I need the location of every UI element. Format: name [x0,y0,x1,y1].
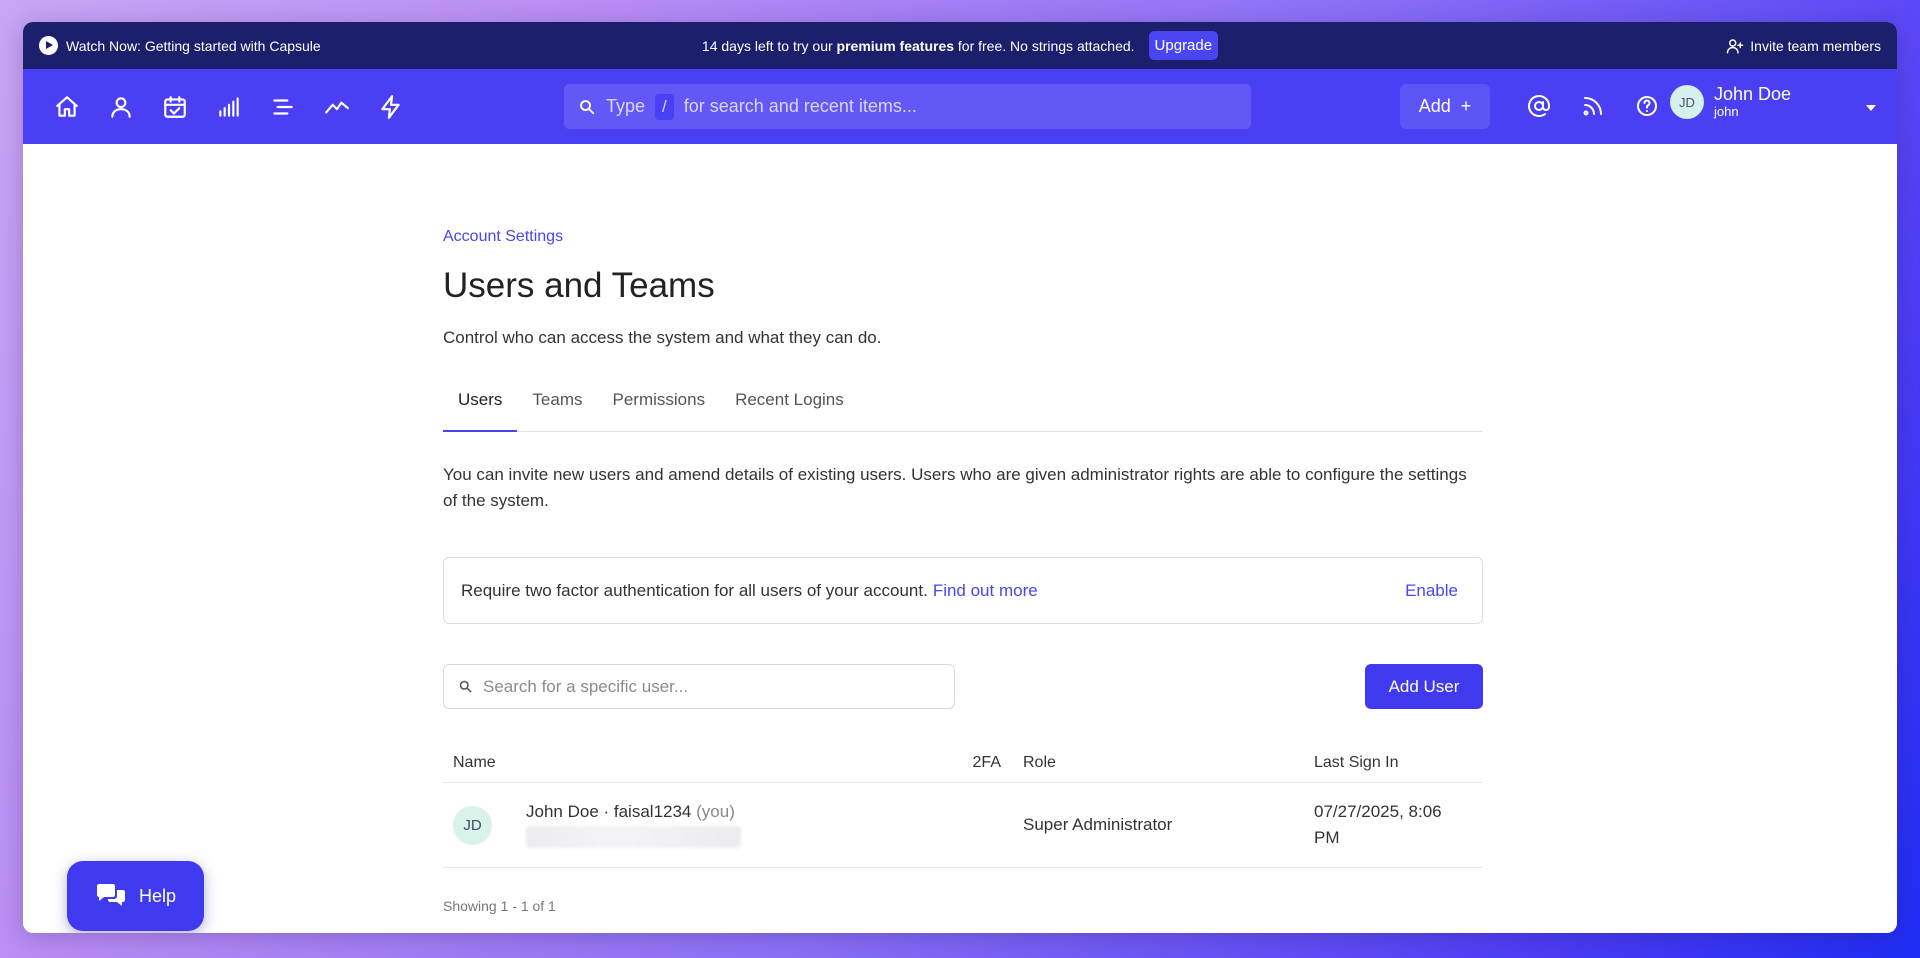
tab-recent-logins[interactable]: Recent Logins [720,390,859,432]
breadcrumb[interactable]: Account Settings [443,228,1483,246]
global-search[interactable]: Type / for search and recent items... [564,84,1251,129]
trial-bold: premium features [836,37,955,54]
trend-line-icon[interactable] [321,91,353,123]
user-handle: john [1714,104,1739,119]
tab-permissions[interactable]: Permissions [597,390,720,432]
watch-now-link[interactable]: Watch Now: Getting started with Capsule [39,36,321,55]
trial-text: 14 days left to try our premium features… [702,38,1135,54]
user-search-placeholder: Search for a specific user... [483,676,689,696]
upgrade-button[interactable]: Upgrade [1148,31,1219,60]
user-info: John Doe john [1714,84,1792,120]
page-subtitle: Control who can access the system and wh… [443,328,882,347]
nav-icon-group [51,91,407,123]
at-sign-icon[interactable] [1523,90,1555,122]
plus-icon: + [1460,96,1472,116]
help-button[interactable]: Help [67,861,204,931]
pagination-summary: Showing 1 - 1 of 1 [443,898,556,914]
search-hint: for search and recent items... [683,96,917,116]
app-window: Watch Now: Getting started with Capsule … [23,22,1897,933]
last-sign-in-meridiem: PM [1314,828,1340,847]
help-label: Help [138,885,177,906]
user-toolbar: Search for a specific user... Add User [443,664,1483,709]
invite-label: Invite team members [1750,37,1881,54]
two-factor-text: Require two factor authentication for al… [461,580,928,600]
chevron-down-icon[interactable] [1866,105,1876,111]
tab-bar: Users Teams Permissions Recent Logins [443,390,1483,432]
main-content: Account Settings Users and Teams Control… [443,144,1483,914]
nav-right-icons [1523,90,1663,122]
user-name: John Doe [1714,84,1792,104]
user-menu[interactable]: JD John Doe john [1670,85,1791,119]
users-table: Name 2FA Role Last Sign In JD John Doe ·… [443,743,1483,868]
column-header-last-sign-in[interactable]: Last Sign In [1314,754,1483,772]
add-button[interactable]: Add + [1400,84,1490,129]
help-circle-icon[interactable] [1631,90,1663,122]
column-header-2fa[interactable]: 2FA [941,754,1001,772]
table-row[interactable]: JD John Doe · faisal1234 (you) Super Adm… [443,783,1483,868]
invite-team-members-link[interactable]: Invite team members [1726,37,1881,55]
user-name-cell: JD John Doe · faisal1234 (you) [443,802,941,848]
search-icon [580,99,595,114]
last-sign-in-date: 07/27/2025, 8:06 [1314,802,1442,821]
add-user-button[interactable]: Add User [1365,664,1483,709]
watch-now-text: Watch Now: Getting started with Capsule [66,37,321,54]
home-icon[interactable] [51,91,83,123]
search-prefix: Type [606,96,646,116]
find-out-more-link[interactable]: Find out more [933,581,1038,601]
last-sign-in-cell: 07/27/2025, 8:06 PM [1314,799,1483,851]
avatar: JD [453,805,492,845]
main-navbar: Type / for search and recent items... Ad… [23,69,1897,144]
add-label: Add [1418,96,1451,116]
page-title: Users and Teams [443,266,715,305]
tab-users[interactable]: Users [443,390,518,432]
column-header-role[interactable]: Role [1001,754,1314,772]
play-icon [39,36,58,55]
list-icon[interactable] [267,91,299,123]
tab-teams[interactable]: Teams [517,390,597,432]
table-header: Name 2FA Role Last Sign In [443,743,1483,783]
you-indicator: (you) [696,802,735,821]
person-icon[interactable] [105,91,137,123]
trial-suffix: for free. No strings attached. [957,37,1135,54]
user-details: John Doe · faisal1234 (you) [526,802,741,848]
search-icon [459,680,472,693]
trial-prefix: 14 days left to try our [701,37,833,54]
user-display-name[interactable]: John Doe · faisal1234 [526,802,691,821]
redacted-email [526,826,741,848]
chat-bubbles-icon [96,884,125,906]
lightning-icon[interactable] [375,91,407,123]
two-factor-notice: Require two factor authentication for al… [443,557,1483,624]
bar-chart-icon[interactable] [213,91,245,123]
search-shortcut-key: / [655,93,674,120]
promo-banner: Watch Now: Getting started with Capsule … [23,22,1897,69]
column-header-name[interactable]: Name [443,754,941,772]
rss-feed-icon[interactable] [1577,90,1609,122]
role-cell: Super Administrator [1023,815,1173,834]
enable-two-factor-button[interactable]: Enable [1405,581,1458,601]
calendar-check-icon[interactable] [159,91,191,123]
user-search-input[interactable]: Search for a specific user... [443,664,955,709]
users-description: You can invite new users and amend detai… [443,465,1467,510]
avatar: JD [1670,85,1704,119]
add-user-icon [1727,38,1744,53]
